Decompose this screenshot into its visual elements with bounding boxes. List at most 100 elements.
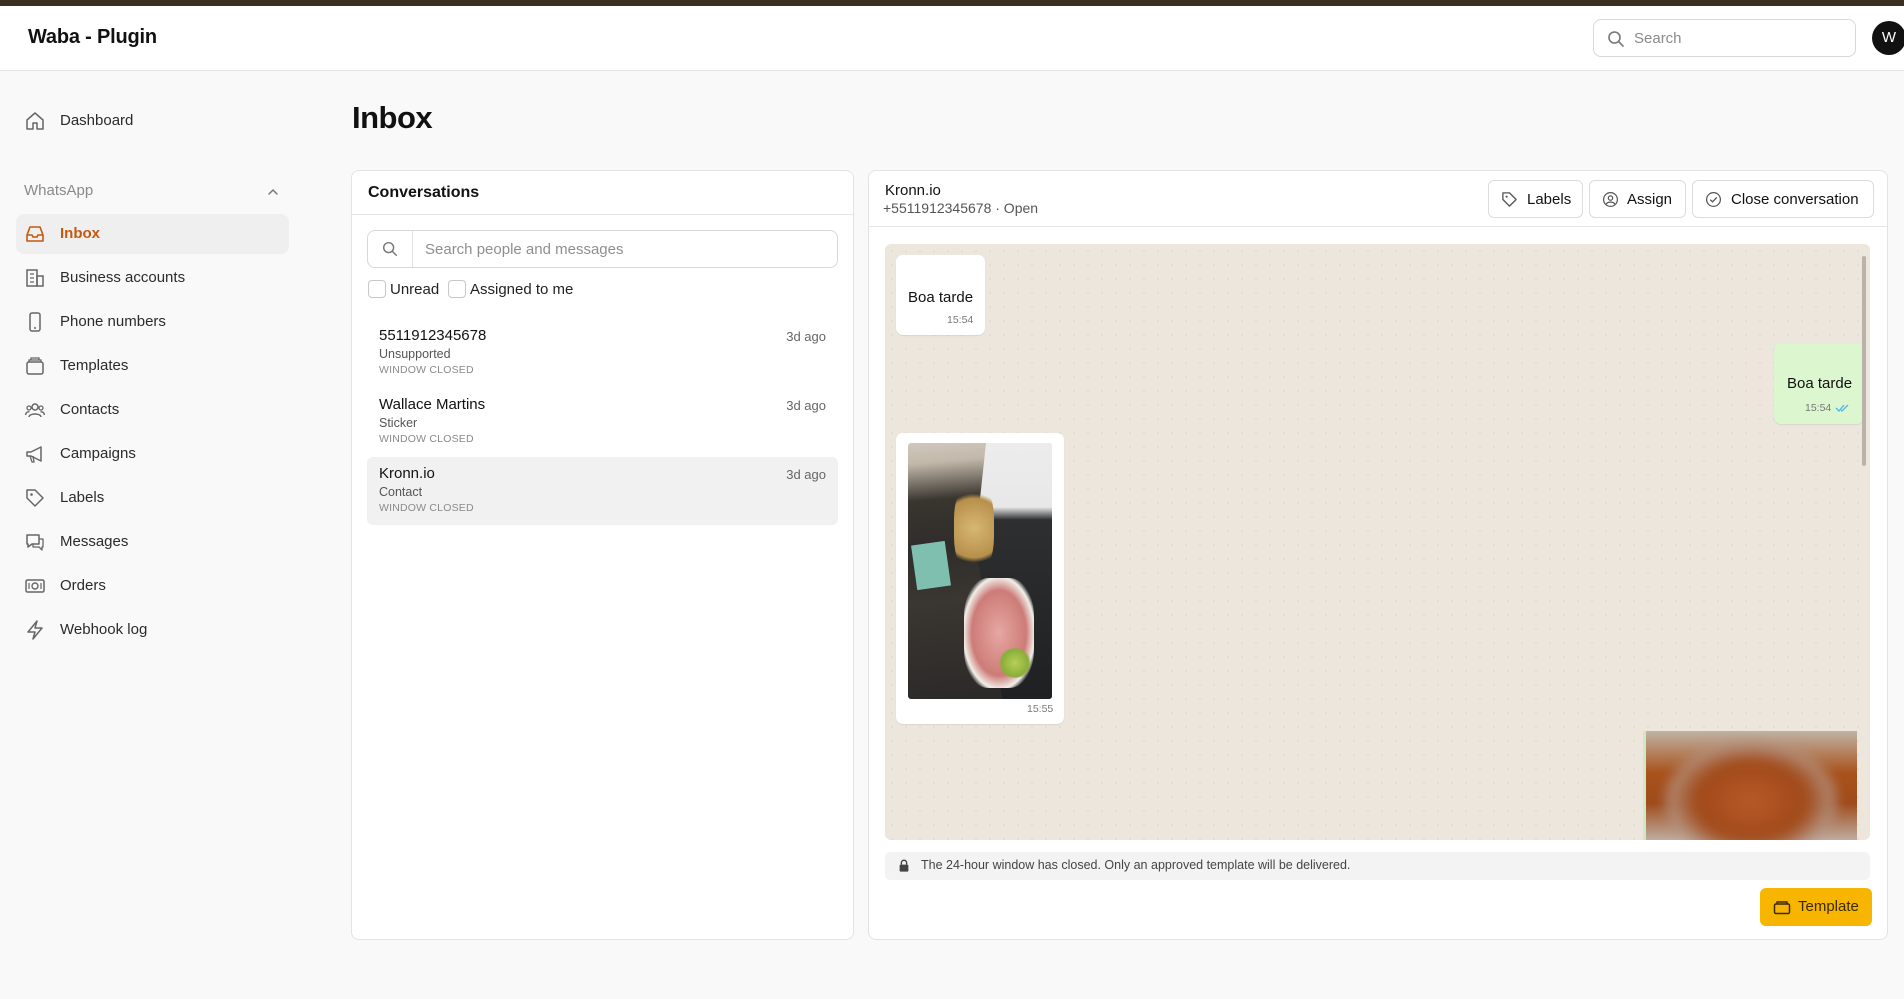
conversations-panel: Conversations Unread Assigned to me 5511… [351, 170, 854, 940]
sidebar-item-webhook-log[interactable]: Webhook log [16, 610, 289, 650]
search-icon [382, 241, 398, 257]
message-outgoing: Boa tarde 15:54 [1774, 344, 1864, 424]
template-button[interactable]: Template [1760, 888, 1872, 926]
sidebar-item-orders[interactable]: Orders [16, 566, 289, 606]
check-circle-icon [1705, 191, 1722, 208]
sidebar-item-label: Campaigns [60, 445, 136, 462]
unread-checkbox[interactable] [368, 280, 386, 298]
global-search-input[interactable] [1634, 26, 1844, 50]
labels-button-label: Labels [1527, 191, 1572, 208]
conversation-name: Wallace Martins [379, 396, 486, 413]
close-conversation-button[interactable]: Close conversation [1692, 180, 1874, 218]
conversation-item-selected[interactable]: Kronn.io 3d ago Contact WINDOW CLOSED [367, 457, 838, 525]
tag-icon [26, 489, 44, 507]
bolt-icon [27, 620, 43, 640]
message-time: 15:54 [947, 314, 974, 326]
chat-panel: Kronn.io +5511912345678 · Open Labels As… [868, 170, 1888, 940]
message-outgoing-image[interactable] [1643, 731, 1857, 840]
conversation-item[interactable]: Wallace Martins 3d ago Sticker WINDOW CL… [367, 388, 838, 456]
sidebar-section-whatsapp[interactable]: WhatsApp [24, 182, 289, 206]
photo-food-region [998, 648, 1032, 678]
app-title: Waba - Plugin [28, 26, 157, 48]
labels-button[interactable]: Labels [1488, 180, 1583, 218]
sidebar-item-campaigns[interactable]: Campaigns [16, 434, 289, 474]
home-icon [26, 112, 44, 130]
tag-icon [1502, 192, 1517, 207]
sidebar-section-label: WhatsApp [24, 182, 94, 199]
messages-icon [26, 534, 44, 551]
building-icon [26, 269, 44, 287]
sidebar-item-label: Labels [60, 489, 105, 506]
message-text: Boa tarde [1787, 375, 1853, 392]
template-icon [1773, 901, 1791, 915]
sidebar-item-phone-numbers[interactable]: Phone numbers [16, 302, 289, 342]
notice-text: The 24-hour window has closed. Only an a… [921, 858, 1351, 872]
top-bar: Waba - Plugin W [0, 6, 1904, 71]
sidebar-item-label: Phone numbers [60, 313, 166, 330]
orders-icon [25, 579, 45, 593]
search-icon [1608, 31, 1624, 47]
photo-food-region [954, 483, 994, 573]
sidebar-item-templates[interactable]: Templates [16, 346, 289, 386]
conversation-time: 3d ago [786, 398, 826, 413]
window-closed-notice: The 24-hour window has closed. Only an a… [885, 852, 1870, 880]
assign-button-label: Assign [1627, 191, 1673, 208]
conversation-preview: Unsupported [379, 347, 451, 361]
conversation-filters: Unread Assigned to me [368, 280, 848, 300]
chat-contact-name: Kronn.io [885, 182, 941, 199]
read-check-icon [1835, 404, 1849, 412]
message-photo[interactable] [908, 443, 1052, 699]
conversation-status: WINDOW CLOSED [379, 502, 474, 514]
sidebar-item-contacts[interactable]: Contacts [16, 390, 289, 430]
sidebar-item-label: Business accounts [60, 269, 186, 286]
chat-contact-meta: +5511912345678 · Open [883, 200, 1039, 216]
megaphone-icon [26, 446, 42, 463]
sidebar-item-dashboard[interactable]: Dashboard [16, 101, 289, 141]
sidebar-item-label: Inbox [60, 225, 100, 242]
conversation-name: Kronn.io [379, 465, 435, 482]
conversation-time: 3d ago [786, 467, 826, 482]
conversation-status: WINDOW CLOSED [379, 433, 474, 445]
user-circle-icon [1602, 191, 1619, 208]
sidebar-item-label: Contacts [60, 401, 120, 418]
unread-label[interactable]: Unread [390, 281, 439, 298]
sidebar-item-messages[interactable]: Messages [16, 522, 289, 562]
sidebar-item-inbox[interactable]: Inbox [16, 214, 289, 254]
conversations-header: Conversations [352, 171, 853, 215]
message-incoming: Boa tarde 15:54 [896, 255, 985, 335]
conversations-title: Conversations [368, 184, 480, 201]
message-time: 15:55 [1027, 703, 1054, 715]
conversation-name: 5511912345678 [379, 327, 487, 344]
template-button-label: Template [1798, 898, 1859, 915]
conversation-search-input[interactable] [425, 238, 825, 260]
templates-icon [26, 357, 44, 375]
sidebar-item-label: Templates [60, 357, 129, 374]
photo-food-region [911, 540, 951, 591]
phone-icon [29, 312, 41, 332]
assigned-to-me-checkbox[interactable] [448, 280, 466, 298]
lock-icon [899, 859, 909, 872]
sidebar-item-labels[interactable]: Labels [16, 478, 289, 518]
conversation-preview: Sticker [379, 416, 418, 430]
chat-header: Kronn.io +5511912345678 · Open Labels As… [869, 171, 1887, 227]
sidebar-item-label: Messages [60, 533, 129, 550]
inbox-icon [26, 226, 44, 242]
message-thread[interactable]: Boa tarde 15:54 Boa tarde 15:54 15:55 [885, 244, 1870, 840]
assigned-to-me-label[interactable]: Assigned to me [470, 281, 573, 298]
conversation-status: WINDOW CLOSED [379, 364, 474, 376]
message-time: 15:54 [1805, 402, 1832, 414]
message-incoming-image[interactable]: 15:55 [896, 433, 1064, 724]
assign-button[interactable]: Assign [1589, 180, 1686, 218]
conversation-search[interactable] [367, 230, 838, 268]
global-search[interactable] [1593, 19, 1856, 57]
search-addon [368, 231, 413, 267]
sidebar-item-label: Webhook log [60, 621, 148, 638]
chevron-up-icon [268, 188, 278, 195]
user-avatar[interactable]: W [1872, 21, 1904, 55]
close-conversation-label: Close conversation [1731, 191, 1859, 208]
sidebar-item-label: Dashboard [60, 112, 134, 129]
conversation-item[interactable]: 5511912345678 3d ago Unsupported WINDOW … [367, 319, 838, 387]
conversation-time: 3d ago [786, 329, 826, 344]
sidebar-item-business-accounts[interactable]: Business accounts [16, 258, 289, 298]
chat-scrollbar[interactable] [1862, 256, 1866, 466]
